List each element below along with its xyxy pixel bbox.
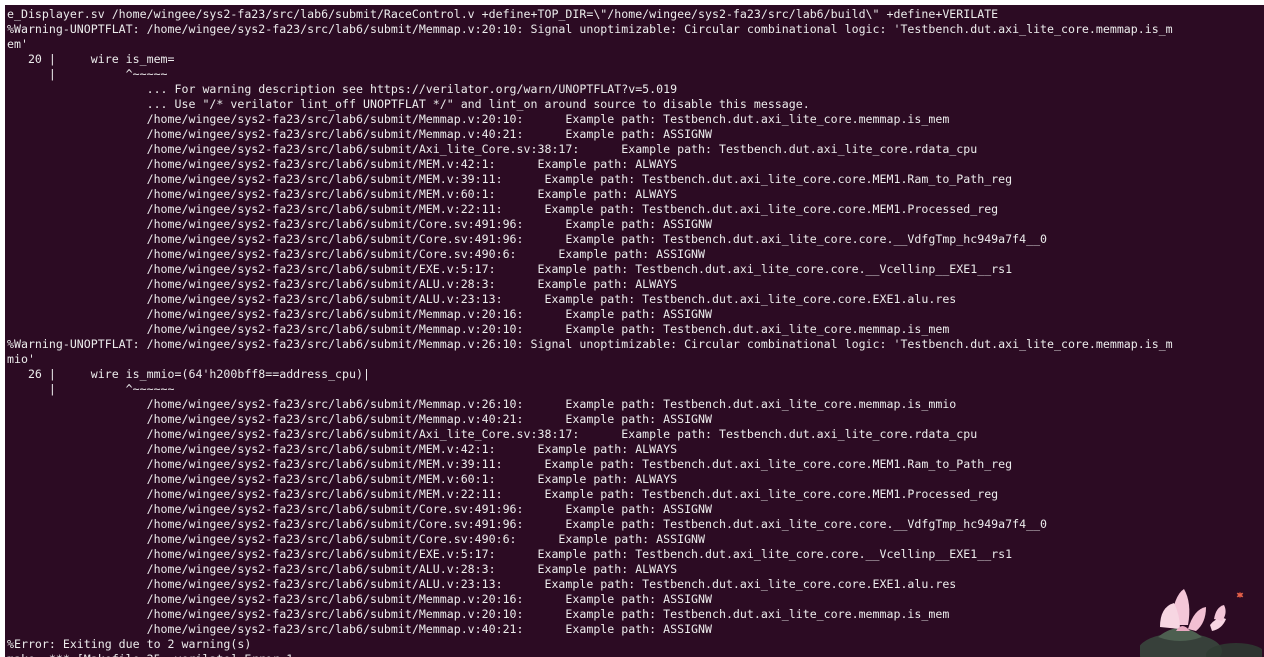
terminal-line: /home/wingee/sys2-fa23/src/lab6/submit/C… [7,517,1048,531]
terminal-line: mio' [7,352,35,366]
terminal-line: em' [7,37,28,51]
terminal-line: /home/wingee/sys2-fa23/src/lab6/submit/M… [7,442,678,456]
terminal-line: 26 | wire is_mmio=(64'h200bff8==address_… [7,367,370,381]
terminal-line: /home/wingee/sys2-fa23/src/lab6/submit/M… [7,397,957,411]
terminal-line: /home/wingee/sys2-fa23/src/lab6/submit/C… [7,532,706,546]
terminal-line: /home/wingee/sys2-fa23/src/lab6/submit/M… [7,127,712,141]
terminal-line: /home/wingee/sys2-fa23/src/lab6/submit/M… [7,112,950,126]
terminal-line: %Warning-UNOPTFLAT: /home/wingee/sys2-fa… [7,337,1173,351]
terminal-line: /home/wingee/sys2-fa23/src/lab6/submit/A… [7,577,957,591]
terminal-line: /home/wingee/sys2-fa23/src/lab6/submit/M… [7,187,678,201]
terminal-line: /home/wingee/sys2-fa23/src/lab6/submit/C… [7,217,712,231]
terminal-line: /home/wingee/sys2-fa23/src/lab6/submit/M… [7,307,712,321]
terminal-line: | ^~~~~~~ [7,382,175,396]
terminal-line: /home/wingee/sys2-fa23/src/lab6/submit/M… [7,622,712,636]
terminal-line: /home/wingee/sys2-fa23/src/lab6/submit/M… [7,172,1013,186]
terminal-line: /home/wingee/sys2-fa23/src/lab6/submit/A… [7,562,678,576]
terminal-line: make: *** [Makefile:25: verilate] Error … [7,652,1264,657]
terminal-line: /home/wingee/sys2-fa23/src/lab6/submit/A… [7,142,978,156]
lotus-flower-wallpaper-icon [1140,589,1262,657]
terminal-line: /home/wingee/sys2-fa23/src/lab6/submit/E… [7,547,1013,561]
terminal-line: /home/wingee/sys2-fa23/src/lab6/submit/M… [7,457,1013,471]
terminal-line: 20 | wire is_mem= [7,52,175,66]
terminal-line: /home/wingee/sys2-fa23/src/lab6/submit/C… [7,232,1048,246]
terminal-line: /home/wingee/sys2-fa23/src/lab6/submit/M… [7,157,678,171]
terminal-line: ... Use "/* verilator lint_off UNOPTFLAT… [7,97,810,111]
terminal-line: /home/wingee/sys2-fa23/src/lab6/submit/M… [7,412,712,426]
terminal-line: /home/wingee/sys2-fa23/src/lab6/submit/M… [7,322,950,336]
terminal-line: /home/wingee/sys2-fa23/src/lab6/submit/C… [7,502,712,516]
terminal-line: | ^~~~~~ [7,67,168,81]
terminal-line: /home/wingee/sys2-fa23/src/lab6/submit/M… [7,592,712,606]
terminal-line: /home/wingee/sys2-fa23/src/lab6/submit/A… [7,292,957,306]
terminal-line: %Error: Exiting due to 2 warning(s) [7,637,252,651]
terminal-line: /home/wingee/sys2-fa23/src/lab6/submit/E… [7,262,1013,276]
terminal-line: /home/wingee/sys2-fa23/src/lab6/submit/M… [7,487,999,501]
terminal-output: e_Displayer.sv /home/wingee/sys2-fa23/sr… [7,7,1264,657]
terminal-line: /home/wingee/sys2-fa23/src/lab6/submit/M… [7,607,950,621]
terminal-line: /home/wingee/sys2-fa23/src/lab6/submit/A… [7,277,678,291]
terminal-line: ... For warning description see https://… [7,82,678,96]
terminal-line: /home/wingee/sys2-fa23/src/lab6/submit/C… [7,247,706,261]
terminal-line: e_Displayer.sv /home/wingee/sys2-fa23/sr… [7,7,999,21]
terminal-line: /home/wingee/sys2-fa23/src/lab6/submit/M… [7,202,999,216]
terminal-line: %Warning-UNOPTFLAT: /home/wingee/sys2-fa… [7,22,1173,36]
terminal-window[interactable]: e_Displayer.sv /home/wingee/sys2-fa23/sr… [5,5,1264,657]
terminal-line: /home/wingee/sys2-fa23/src/lab6/submit/A… [7,427,978,441]
terminal-line: /home/wingee/sys2-fa23/src/lab6/submit/M… [7,472,678,486]
